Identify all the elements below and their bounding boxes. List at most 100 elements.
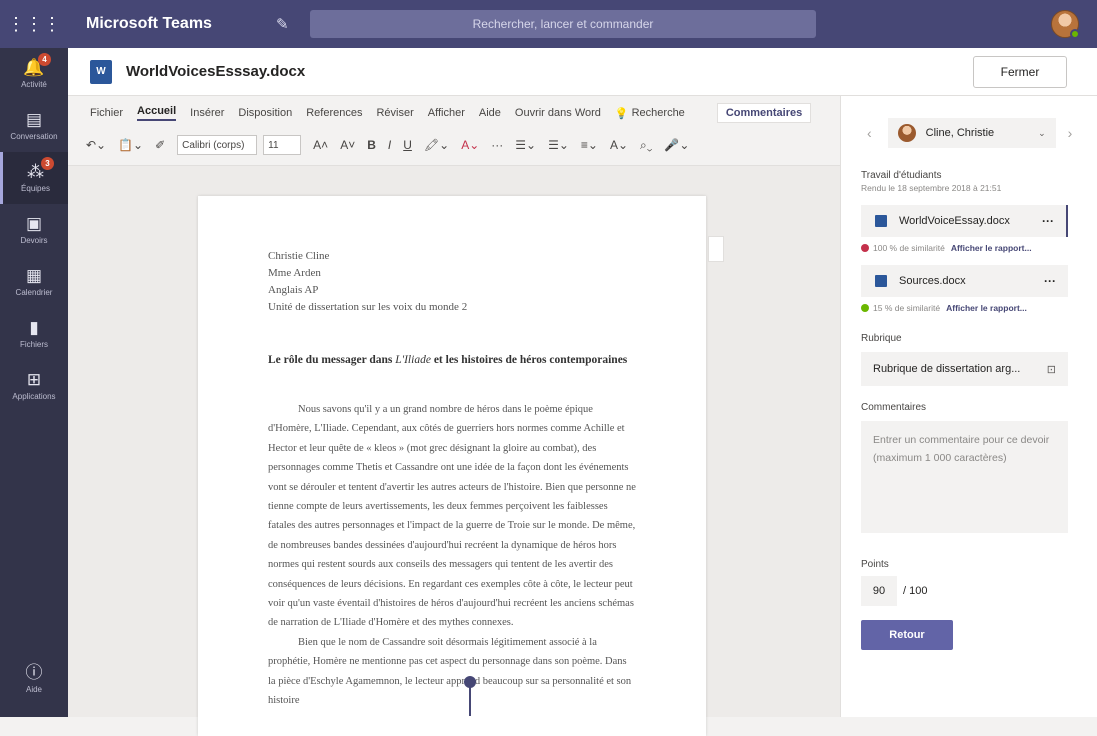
address-line: Unité de dissertation sur les voix du mo… <box>268 301 468 313</box>
rail-item-label: Activité <box>21 80 47 89</box>
report-link[interactable]: Afficher le rapport... <box>951 243 1032 253</box>
student-select[interactable]: Cline, Christie ⌄ <box>887 118 1056 148</box>
app-title: Microsoft Teams <box>86 15 212 32</box>
rubric-card[interactable]: Rubrique de dissertation arg... ⊡ <box>861 352 1068 386</box>
address-block: Christie Cline Mme Arden Anglais AP Unit… <box>268 248 636 316</box>
ribbon-tabs: Fichier Accueil Insérer Disposition Refe… <box>68 96 840 130</box>
similarity-row: 100 % de similarité Afficher le rapport.… <box>841 243 1097 253</box>
calendar-icon: ▦ <box>25 266 43 285</box>
open-rubric-icon[interactable]: ⊡ <box>1047 363 1056 376</box>
rail-item-label: Devoirs <box>20 236 48 245</box>
lightbulb-icon: 💡 <box>614 107 629 120</box>
rail-item-fichiers[interactable]: ▮ Fichiers <box>0 308 68 360</box>
underline-icon[interactable]: U <box>403 138 412 152</box>
file-card[interactable]: Sources.docx ··· <box>861 265 1068 297</box>
presence-icon <box>1070 29 1080 39</box>
numbering-icon[interactable]: ☰⌄ <box>548 138 569 152</box>
chevron-down-icon: ⌄ <box>1038 127 1046 138</box>
document-canvas[interactable]: Christie Cline Mme Arden Anglais AP Unit… <box>68 166 840 736</box>
undo-icon[interactable]: ↶⌄ <box>86 138 106 152</box>
rail-item-equipes[interactable]: ⁂ 3 Équipes <box>0 152 68 204</box>
comments-button[interactable]: Commentaires <box>716 103 812 123</box>
more-options-icon[interactable]: ··· <box>1044 274 1056 288</box>
points-row: 90 / 100 <box>841 576 1097 606</box>
user-avatar[interactable] <box>1051 10 1080 39</box>
bullets-icon[interactable]: ☰⌄ <box>515 138 536 152</box>
file-name: WorldVoiceEssay.docx <box>899 215 1010 227</box>
compose-icon[interactable]: ✎ <box>276 15 296 33</box>
tab-disposition[interactable]: Disposition <box>238 107 292 119</box>
text-cursor <box>469 686 471 716</box>
comment-marker[interactable] <box>708 236 724 262</box>
align-icon[interactable]: ≡⌄ <box>581 138 598 152</box>
help-icon: ⓘ <box>25 663 43 682</box>
similarity-status-icon <box>861 304 869 312</box>
grow-font-icon[interactable]: A˄ <box>313 138 328 152</box>
similarity-text: 100 % de similarité <box>873 243 945 253</box>
report-link[interactable]: Afficher le rapport... <box>946 303 1027 313</box>
return-button[interactable]: Retour <box>861 620 953 650</box>
font-select[interactable]: Calibri (corps) <box>177 135 258 155</box>
points-max: / 100 <box>903 585 928 597</box>
file-name: Sources.docx <box>899 275 966 287</box>
dictate-icon[interactable]: 🎤⌄ <box>664 138 689 152</box>
left-rail: 🔔 4 Activité ▤ Conversation ⁂ 3 Équipes … <box>0 48 68 717</box>
more-icon[interactable]: ··· <box>491 138 503 152</box>
grading-panel: ‹ Cline, Christie ⌄ › Travail d'étudiant… <box>840 96 1097 717</box>
rubric-label: Rubrique <box>861 333 902 344</box>
rail-item-aide[interactable]: ⓘ Aide <box>0 653 68 705</box>
essay-paragraph: Bien que le nom de Cassandre soit désorm… <box>268 636 632 707</box>
rail-item-conversation[interactable]: ▤ Conversation <box>0 100 68 152</box>
search-tab[interactable]: Recherche <box>632 107 685 119</box>
tab-inserer[interactable]: Insérer <box>190 107 224 119</box>
prev-student-icon[interactable]: ‹ <box>867 125 872 141</box>
open-in-word-button[interactable]: Ouvrir dans Word <box>515 107 601 119</box>
styles-icon[interactable]: A⌄ <box>610 138 628 152</box>
close-button[interactable]: Fermer <box>973 56 1067 88</box>
tab-aide[interactable]: Aide <box>479 107 501 119</box>
chat-icon: ▤ <box>25 110 43 129</box>
rail-item-devoirs[interactable]: ▣ Devoirs <box>0 204 68 256</box>
tab-afficher[interactable]: Afficher <box>428 107 465 119</box>
comments-label: Commentaires <box>861 402 927 413</box>
find-icon[interactable]: ⌕⌄ <box>640 138 652 153</box>
shrink-font-icon[interactable]: A˅ <box>340 138 355 152</box>
points-input[interactable]: 90 <box>861 576 897 606</box>
comment-input[interactable]: Entrer un commentaire pour ce devoir (ma… <box>861 421 1068 533</box>
paste-icon[interactable]: 📋⌄ <box>118 138 143 152</box>
rail-item-label: Applications <box>12 392 56 401</box>
essay-paragraph: Nous savons qu'il y a un grand nombre de… <box>268 404 636 629</box>
apps-icon: ⊞ <box>26 370 42 389</box>
more-options-icon[interactable]: ··· <box>1042 214 1054 228</box>
document-header: W WorldVoicesEsssay.docx Fermer <box>68 48 1097 96</box>
rail-item-activite[interactable]: 🔔 4 Activité <box>0 48 68 100</box>
bold-icon[interactable]: B <box>367 138 376 152</box>
font-color-icon[interactable]: A⌄ <box>461 138 479 152</box>
document-page[interactable]: Christie Cline Mme Arden Anglais AP Unit… <box>198 196 724 736</box>
search-input[interactable]: Rechercher, lancer et commander <box>310 10 816 38</box>
student-name: Cline, Christie <box>925 127 995 139</box>
highlight-icon[interactable]: 🖍⌄ <box>424 138 449 152</box>
address-line: Anglais AP <box>268 284 319 296</box>
italic-icon[interactable]: I <box>388 138 391 152</box>
ribbon-toolbar: ↶⌄ 📋⌄ ✐ Calibri (corps) 11 A˄ A˅ B I U 🖍… <box>68 130 840 160</box>
format-painter-icon[interactable]: ✐ <box>155 138 165 152</box>
activity-badge: 4 <box>38 53 51 66</box>
files-icon: ▮ <box>29 318 39 337</box>
teams-badge: 3 <box>41 157 54 170</box>
tab-references[interactable]: References <box>306 107 362 119</box>
app-launcher-icon[interactable]: ⋮⋮⋮ <box>0 0 68 48</box>
next-student-icon[interactable]: › <box>1068 125 1073 141</box>
similarity-row: 15 % de similarité Afficher le rapport..… <box>841 303 1097 313</box>
rail-item-applications[interactable]: ⊞ Applications <box>0 360 68 412</box>
tab-fichier[interactable]: Fichier <box>90 107 123 119</box>
rail-item-calendrier[interactable]: ▦ Calendrier <box>0 256 68 308</box>
file-card[interactable]: WorldVoiceEssay.docx ··· <box>861 205 1068 237</box>
tab-accueil[interactable]: Accueil <box>137 105 177 121</box>
word-file-icon <box>875 275 887 287</box>
document-name: WorldVoicesEsssay.docx <box>126 63 306 80</box>
assignments-icon: ▣ <box>25 214 43 233</box>
font-size-select[interactable]: 11 <box>263 135 302 155</box>
rail-item-label: Calendrier <box>15 288 53 297</box>
tab-reviser[interactable]: Réviser <box>376 107 413 119</box>
